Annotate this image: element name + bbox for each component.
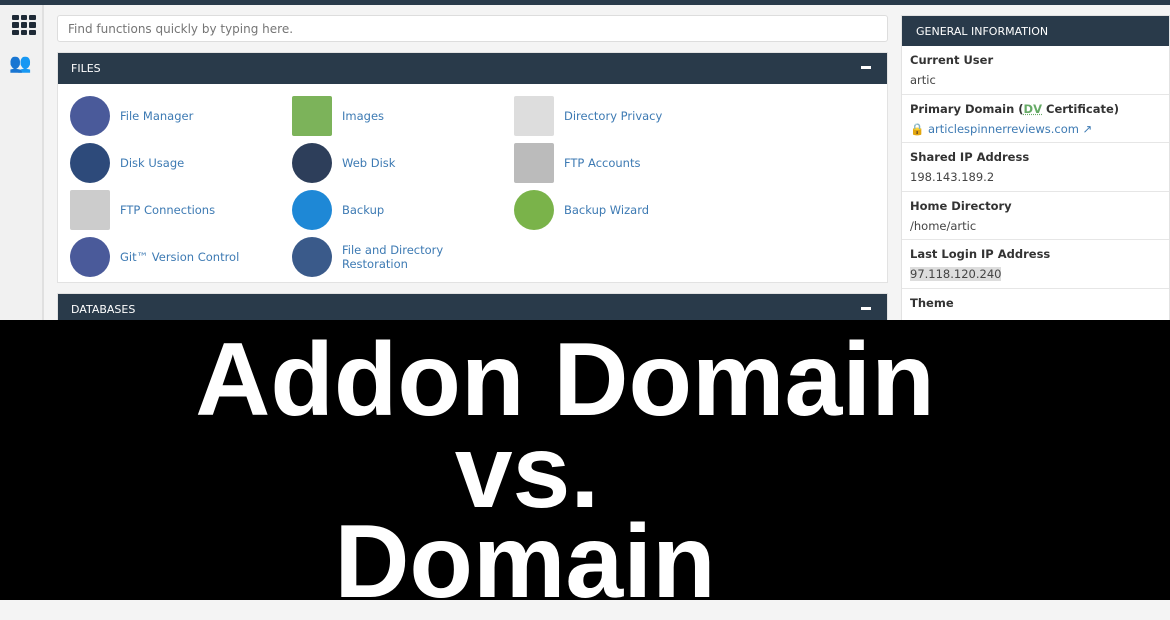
last-login-label: Last Login IP Address: [910, 247, 1051, 261]
sidebar: 👥: [0, 5, 44, 325]
ftp-accounts-icon: [514, 143, 554, 183]
files-item[interactable]: Disk Usage: [70, 143, 290, 183]
users-icon[interactable]: 👥: [9, 53, 31, 74]
git-icon: [70, 237, 110, 277]
disk-usage-icon: [70, 143, 110, 183]
home-directory-value: /home/artic: [910, 218, 977, 233]
files-item-label: Web Disk: [342, 156, 396, 170]
files-item-label: Disk Usage: [120, 156, 185, 170]
files-item[interactable]: Web Disk: [292, 143, 512, 183]
files-item[interactable]: Directory Privacy: [514, 96, 734, 136]
last-login-value: 97.118.120.240: [910, 267, 1002, 281]
title-banner: Addon Domain vs. Domain: [0, 320, 1170, 614]
external-link-icon[interactable]: ↗: [1083, 122, 1093, 136]
primary-domain-label: Primary Domain (: [910, 101, 1024, 116]
web-disk-icon: [292, 143, 332, 183]
apps-grid-icon[interactable]: [12, 15, 36, 35]
current-user-label: Current User: [910, 53, 994, 67]
files-item[interactable]: FTP Connections: [70, 190, 290, 230]
home-directory-label: Home Directory: [910, 198, 1012, 213]
files-item-label: Directory Privacy: [564, 109, 663, 123]
files-item[interactable]: FTP Accounts: [514, 143, 734, 183]
files-item-label: File and Directory Restoration: [342, 243, 444, 271]
files-item[interactable]: Git™ Version Control: [70, 237, 290, 277]
files-item-label: Git™ Version Control: [120, 250, 240, 264]
shared-ip-label: Shared IP Address: [910, 150, 1030, 164]
files-item[interactable]: Backup Wizard: [514, 190, 734, 230]
cert-label: Certificate): [1042, 101, 1120, 116]
shared-ip-value: 198.143.189.2: [910, 170, 995, 184]
images-icon: [292, 96, 332, 136]
files-item-label: FTP Connections: [120, 203, 216, 217]
general-information-panel: GENERAL INFORMATION Current User artic Pr…: [901, 15, 1170, 325]
primary-domain-link[interactable]: articlespinnerreviews.com: [928, 122, 1079, 136]
files-item[interactable]: File Manager: [70, 96, 290, 136]
databases-title: DATABASES: [71, 303, 136, 316]
ftp-connections-icon: [70, 190, 110, 230]
files-item-label: Images: [342, 109, 385, 123]
theme-label: Theme: [910, 295, 954, 310]
files-item-label: Backup: [342, 203, 385, 217]
collapse-icon[interactable]: [861, 66, 871, 69]
files-panel: FILES File Manager Images Directory Privac…: [57, 52, 888, 283]
directory-privacy-icon: [514, 96, 554, 136]
restoration-icon: [292, 237, 332, 277]
files-item[interactable]: File and Directory Restoration: [292, 237, 512, 277]
backup-wizard-icon: [514, 190, 554, 230]
files-item-label: FTP Accounts: [564, 156, 641, 170]
banner-line-3: Domain: [334, 504, 716, 620]
files-item-label: Backup Wizard: [564, 203, 650, 217]
files-item-label: File Manager: [120, 109, 194, 123]
collapse-icon[interactable]: [861, 307, 871, 310]
files-item[interactable]: Images: [292, 96, 512, 136]
general-info-title: GENERAL INFORMATION: [916, 25, 1049, 38]
dv-link[interactable]: DV: [1024, 102, 1042, 116]
file-manager-icon: [70, 96, 110, 136]
files-item[interactable]: Backup: [292, 190, 512, 230]
top-bar: [0, 0, 1170, 5]
files-title: FILES: [71, 62, 101, 75]
current-user-value: artic: [910, 73, 936, 87]
search-input[interactable]: [57, 15, 888, 42]
lock-icon: 🔒: [910, 121, 925, 136]
backup-icon: [292, 190, 332, 230]
